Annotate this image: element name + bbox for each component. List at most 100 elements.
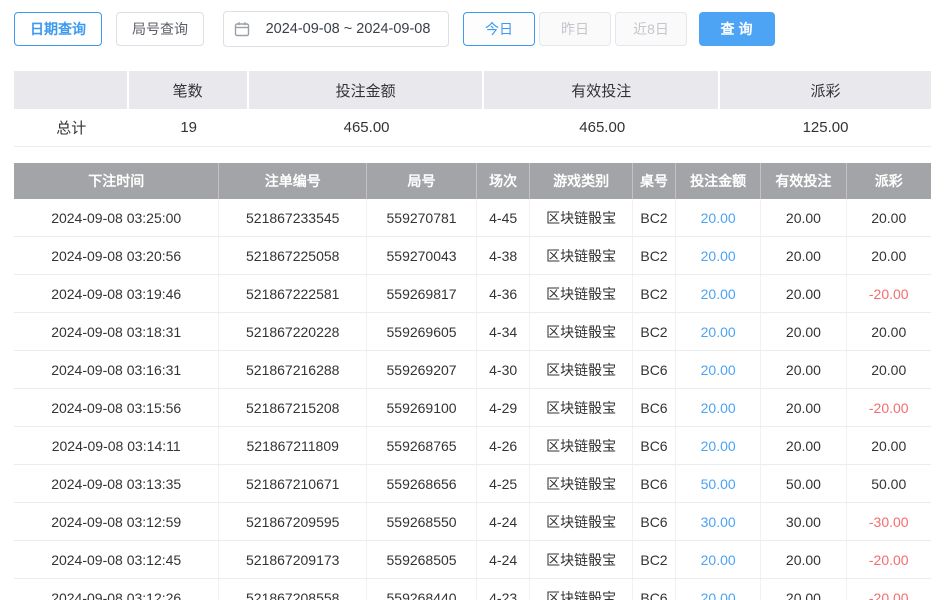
cell-valid-bet: 20.00 [761, 237, 846, 274]
cell-order-no: 521867215208 [219, 389, 367, 426]
cell-game-type: 区块链骰宝 [530, 237, 633, 274]
table-row: 2024-09-08 03:15:56521867215208559269100… [14, 389, 931, 427]
cell-round-no: 559268656 [367, 465, 477, 502]
cell-session: 4-30 [477, 351, 530, 388]
date-query-button[interactable]: 日期查询 [14, 12, 102, 46]
table-row: 2024-09-08 03:12:26521867208558559268440… [14, 579, 931, 600]
round-query-button[interactable]: 局号查询 [116, 12, 204, 46]
cell-round-no: 559268550 [367, 503, 477, 540]
cell-valid-bet: 20.00 [761, 351, 846, 388]
summary-total-bet-amount: 465.00 [249, 109, 485, 146]
cell-table-no: BC6 [633, 389, 676, 426]
cell-bet-time: 2024-09-08 03:12:59 [14, 503, 219, 540]
cell-valid-bet: 20.00 [761, 427, 846, 464]
header-valid-bet: 有效投注 [761, 163, 846, 199]
cell-round-no: 559269207 [367, 351, 477, 388]
cell-bet-time: 2024-09-08 03:13:35 [14, 465, 219, 502]
cell-valid-bet: 20.00 [761, 541, 846, 578]
cell-payout: 20.00 [847, 199, 931, 236]
cell-bet-time: 2024-09-08 03:18:31 [14, 313, 219, 350]
cell-bet-time: 2024-09-08 03:25:00 [14, 199, 219, 236]
cell-game-type: 区块链骰宝 [530, 579, 633, 600]
search-button[interactable]: 查询 [699, 12, 775, 46]
cell-bet-time: 2024-09-08 03:14:11 [14, 427, 219, 464]
bet-amount-link[interactable]: 20.00 [676, 427, 761, 464]
table-row: 2024-09-08 03:25:00521867233545559270781… [14, 199, 931, 237]
quick-range-group: 今日 昨日 近8日 [463, 12, 687, 46]
cell-payout: -20.00 [847, 579, 931, 600]
cell-round-no: 559270781 [367, 199, 477, 236]
cell-game-type: 区块链骰宝 [530, 541, 633, 578]
bet-amount-link[interactable]: 20.00 [676, 351, 761, 388]
calendar-icon [234, 21, 250, 37]
cell-table-no: BC6 [633, 579, 676, 600]
header-game-type: 游戏类别 [530, 163, 633, 199]
yesterday-button[interactable]: 昨日 [539, 12, 611, 46]
cell-bet-time: 2024-09-08 03:12:45 [14, 541, 219, 578]
cell-round-no: 559270043 [367, 237, 477, 274]
bet-amount-link[interactable]: 20.00 [676, 275, 761, 312]
bet-amount-link[interactable]: 30.00 [676, 503, 761, 540]
cell-valid-bet: 20.00 [761, 579, 846, 600]
cell-table-no: BC6 [633, 427, 676, 464]
bet-amount-link[interactable]: 20.00 [676, 389, 761, 426]
cell-round-no: 559268505 [367, 541, 477, 578]
bet-amount-link[interactable]: 20.00 [676, 541, 761, 578]
cell-valid-bet: 20.00 [761, 313, 846, 350]
summary-header-row: 笔数 投注金额 有效投注 派彩 [14, 71, 931, 109]
summary-header-count: 笔数 [129, 71, 249, 109]
cell-valid-bet: 20.00 [761, 389, 846, 426]
table-row: 2024-09-08 03:12:59521867209595559268550… [14, 503, 931, 541]
header-bet-time: 下注时间 [14, 163, 219, 199]
table-row: 2024-09-08 03:13:35521867210671559268656… [14, 465, 931, 503]
bet-amount-link[interactable]: 20.00 [676, 199, 761, 236]
cell-session: 4-38 [477, 237, 530, 274]
summary-total-row: 总计 19 465.00 465.00 125.00 [14, 109, 931, 147]
cell-order-no: 521867211809 [219, 427, 367, 464]
cell-round-no: 559269605 [367, 313, 477, 350]
cell-session: 4-29 [477, 389, 530, 426]
cell-round-no: 559268440 [367, 579, 477, 600]
cell-valid-bet: 50.00 [761, 465, 846, 502]
today-button[interactable]: 今日 [463, 12, 535, 46]
cell-game-type: 区块链骰宝 [530, 313, 633, 350]
cell-game-type: 区块链骰宝 [530, 389, 633, 426]
bet-amount-link[interactable]: 20.00 [676, 237, 761, 274]
cell-table-no: BC6 [633, 465, 676, 502]
cell-bet-time: 2024-09-08 03:16:31 [14, 351, 219, 388]
cell-valid-bet: 20.00 [761, 199, 846, 236]
cell-game-type: 区块链骰宝 [530, 275, 633, 312]
cell-bet-time: 2024-09-08 03:20:56 [14, 237, 219, 274]
date-range-value: 2024-09-08 ~ 2024-09-08 [258, 21, 438, 37]
summary-total-valid-bet: 465.00 [484, 109, 720, 146]
cell-session: 4-25 [477, 465, 530, 502]
bet-amount-link[interactable]: 20.00 [676, 313, 761, 350]
summary-total-count: 19 [129, 109, 249, 146]
table-row: 2024-09-08 03:18:31521867220228559269605… [14, 313, 931, 351]
cell-payout: 20.00 [847, 427, 931, 464]
cell-order-no: 521867220228 [219, 313, 367, 350]
bet-amount-link[interactable]: 20.00 [676, 579, 761, 600]
summary-header-blank [14, 71, 129, 109]
cell-table-no: BC2 [633, 541, 676, 578]
table-row: 2024-09-08 03:16:31521867216288559269207… [14, 351, 931, 389]
cell-order-no: 521867209173 [219, 541, 367, 578]
header-bet-amount: 投注金额 [676, 163, 761, 199]
cell-bet-time: 2024-09-08 03:12:26 [14, 579, 219, 600]
cell-game-type: 区块链骰宝 [530, 199, 633, 236]
records-table: 下注时间 注单编号 局号 场次 游戏类别 桌号 投注金额 有效投注 派彩 202… [14, 163, 931, 600]
cell-game-type: 区块链骰宝 [530, 465, 633, 502]
cell-table-no: BC2 [633, 199, 676, 236]
date-range-input[interactable]: 2024-09-08 ~ 2024-09-08 [223, 11, 449, 47]
summary-header-payout: 派彩 [720, 71, 931, 109]
records-header-row: 下注时间 注单编号 局号 场次 游戏类别 桌号 投注金额 有效投注 派彩 [14, 163, 931, 199]
cell-payout: -20.00 [847, 541, 931, 578]
bet-amount-link[interactable]: 50.00 [676, 465, 761, 502]
cell-table-no: BC2 [633, 275, 676, 312]
cell-session: 4-24 [477, 541, 530, 578]
summary-total-payout: 125.00 [720, 109, 931, 146]
table-row: 2024-09-08 03:12:45521867209173559268505… [14, 541, 931, 579]
cell-session: 4-24 [477, 503, 530, 540]
cell-bet-time: 2024-09-08 03:19:46 [14, 275, 219, 312]
last-8-days-button[interactable]: 近8日 [615, 12, 687, 46]
